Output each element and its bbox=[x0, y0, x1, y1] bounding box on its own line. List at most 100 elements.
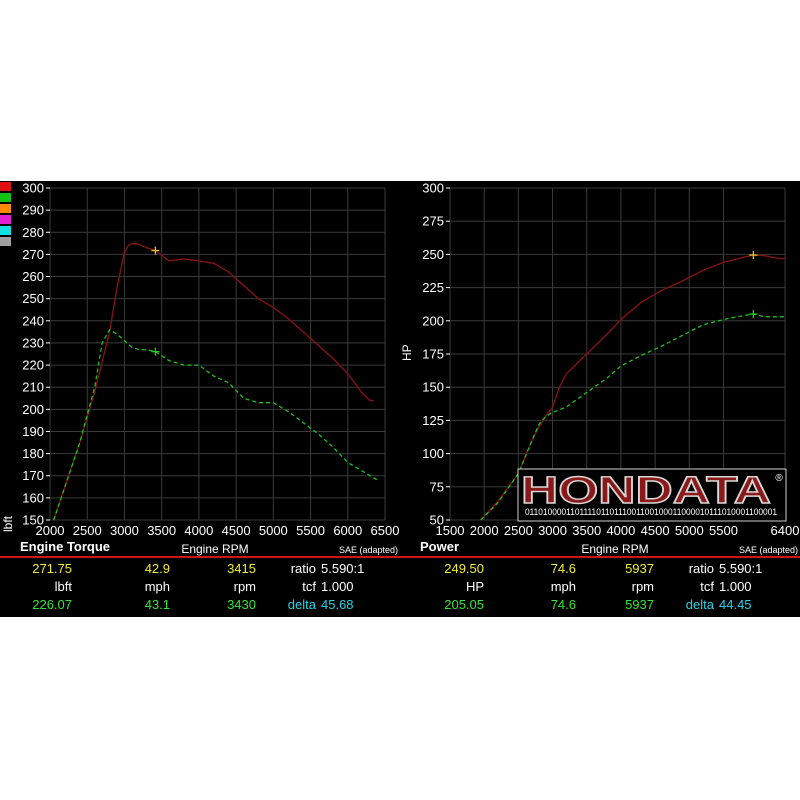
torque-chart: 2000 2500 3000 3500 4000 4500 5000 5500 6000 6500… bbox=[22, 181, 400, 539]
power-run1-rpm: 5937 bbox=[625, 561, 654, 576]
legend-swatch[interactable] bbox=[0, 215, 11, 224]
power-speed-unit: mph bbox=[550, 579, 576, 594]
y-tick-label: 150 bbox=[22, 513, 44, 528]
power-delta-label: delta bbox=[685, 597, 714, 612]
power-x-axis-label: Engine RPM bbox=[581, 542, 648, 556]
y-tick-label: 280 bbox=[22, 225, 44, 240]
x-tick-label: 3500 bbox=[147, 523, 176, 538]
legend-swatch[interactable] bbox=[0, 226, 11, 235]
torque-run1-speed: 42.9 bbox=[144, 561, 170, 576]
y-tick-label: 200 bbox=[422, 313, 444, 328]
x-tick-label: 4000 bbox=[184, 523, 213, 538]
x-tick-label: 5000 bbox=[259, 523, 288, 538]
torque-ratio-label: ratio bbox=[290, 561, 316, 576]
x-tick-label: 3500 bbox=[572, 523, 601, 538]
power-run1-value: 249.50 bbox=[444, 561, 484, 576]
legend-swatch[interactable] bbox=[0, 204, 11, 213]
y-tick-label: 250 bbox=[22, 291, 44, 306]
torque-unit-label: lbft bbox=[54, 579, 72, 594]
y-tick-label: 290 bbox=[22, 203, 44, 218]
y-tick-label: 180 bbox=[22, 446, 44, 461]
hondata-logo: HONDATA ® 011010000110111101101110011001… bbox=[517, 468, 787, 522]
series-line-2 bbox=[53, 328, 378, 521]
power-run1-speed: 74.6 bbox=[550, 561, 576, 576]
dyno-screen: 2000 2500 3000 3500 4000 4500 5000 5500 6000 6500… bbox=[0, 181, 800, 617]
torque-run2-speed: 43.1 bbox=[144, 597, 170, 612]
torque-rpm-unit: rpm bbox=[233, 579, 256, 594]
y-tick-label: 190 bbox=[22, 424, 44, 439]
power-tcf-label: tcf bbox=[700, 579, 714, 594]
logo-registered-mark: ® bbox=[775, 473, 783, 484]
cursor-marker-1 bbox=[749, 251, 758, 260]
y-tick-label: 220 bbox=[22, 358, 44, 373]
x-tick-label: 5000 bbox=[675, 523, 704, 538]
torque-run2-value: 226.07 bbox=[32, 597, 72, 612]
power-ratio-label: ratio bbox=[688, 561, 714, 576]
x-tick-label: 2500 bbox=[504, 523, 533, 538]
run-legend-swatches bbox=[0, 182, 11, 246]
torque-chart-title: Engine Torque bbox=[20, 539, 110, 554]
y-tick-label: 300 bbox=[422, 181, 444, 196]
y-tick-label: 100 bbox=[422, 446, 444, 461]
x-tick-label: 6500 bbox=[371, 523, 400, 538]
y-tick-label: 125 bbox=[422, 413, 444, 428]
logo-binary-strip: 0110100001101111011011100110010001100001… bbox=[525, 507, 777, 517]
x-tick-label: 6400 bbox=[771, 523, 800, 538]
cursor-marker-2 bbox=[151, 347, 160, 356]
torque-tcf-value: 1.000 bbox=[321, 579, 354, 594]
power-delta-value: 44.45 bbox=[719, 597, 752, 612]
torque-run1-rpm: 3415 bbox=[227, 561, 256, 576]
y-tick-label: 225 bbox=[422, 280, 444, 295]
legend-swatch[interactable] bbox=[0, 193, 11, 202]
y-tick-label: 150 bbox=[422, 380, 444, 395]
torque-ratio-value: 5.590:1 bbox=[321, 561, 365, 576]
y-tick-label: 230 bbox=[22, 335, 44, 350]
x-tick-label: 4500 bbox=[222, 523, 251, 538]
y-tick-label: 175 bbox=[422, 347, 444, 362]
torque-sae-note: SAE (adapted) bbox=[339, 545, 398, 555]
logo-wordmark: HONDATA bbox=[521, 470, 771, 512]
y-tick-label: 50 bbox=[430, 513, 444, 528]
x-tick-label: 2500 bbox=[73, 523, 102, 538]
legend-swatch[interactable] bbox=[0, 237, 11, 246]
power-run2-speed: 74.6 bbox=[550, 597, 576, 612]
torque-x-axis-label: Engine RPM bbox=[181, 542, 248, 556]
torque-speed-unit: mph bbox=[144, 579, 170, 594]
power-ratio-value: 5.590:1 bbox=[719, 561, 763, 576]
cursor-marker-2 bbox=[749, 310, 758, 319]
y-tick-label: 300 bbox=[22, 181, 44, 196]
y-tick-label: 200 bbox=[22, 402, 44, 417]
y-tick-label: 210 bbox=[22, 380, 44, 395]
torque-run1-value: 271.75 bbox=[32, 561, 72, 576]
torque-run2-rpm: 3430 bbox=[227, 597, 256, 612]
power-sae-note: SAE (adapted) bbox=[739, 545, 798, 555]
y-tick-label: 260 bbox=[22, 269, 44, 284]
torque-delta-label: delta bbox=[287, 597, 316, 612]
x-tick-label: 4000 bbox=[606, 523, 635, 538]
x-tick-label: 4500 bbox=[641, 523, 670, 538]
x-tick-label: 2000 bbox=[470, 523, 499, 538]
legend-swatch[interactable] bbox=[0, 182, 11, 191]
y-tick-label: 75 bbox=[430, 479, 444, 494]
power-rpm-unit: rpm bbox=[631, 579, 654, 594]
power-run2-rpm: 5937 bbox=[625, 597, 654, 612]
x-tick-label: 3000 bbox=[110, 523, 139, 538]
power-chart-title: Power bbox=[420, 539, 459, 554]
power-unit-label: HP bbox=[465, 579, 484, 594]
y-tick-label: 270 bbox=[22, 247, 44, 262]
x-tick-label: 5500 bbox=[709, 523, 738, 538]
y-tick-label: 170 bbox=[22, 468, 44, 483]
torque-y-axis-label: lbft bbox=[1, 515, 15, 532]
torque-tcf-label: tcf bbox=[302, 579, 316, 594]
y-tick-label: 160 bbox=[22, 490, 44, 505]
series-line-1 bbox=[53, 242, 374, 521]
x-tick-label: 5500 bbox=[296, 523, 325, 538]
torque-delta-value: 45.68 bbox=[321, 597, 354, 612]
power-tcf-value: 1.000 bbox=[719, 579, 752, 594]
y-tick-label: 275 bbox=[422, 214, 444, 229]
x-tick-label: 6000 bbox=[333, 523, 362, 538]
y-tick-label: 250 bbox=[422, 247, 444, 262]
x-tick-label: 3000 bbox=[538, 523, 567, 538]
dyno-charts: 2000 2500 3000 3500 4000 4500 5000 5500 6000 6500… bbox=[0, 181, 800, 558]
power-run2-value: 205.05 bbox=[444, 597, 484, 612]
